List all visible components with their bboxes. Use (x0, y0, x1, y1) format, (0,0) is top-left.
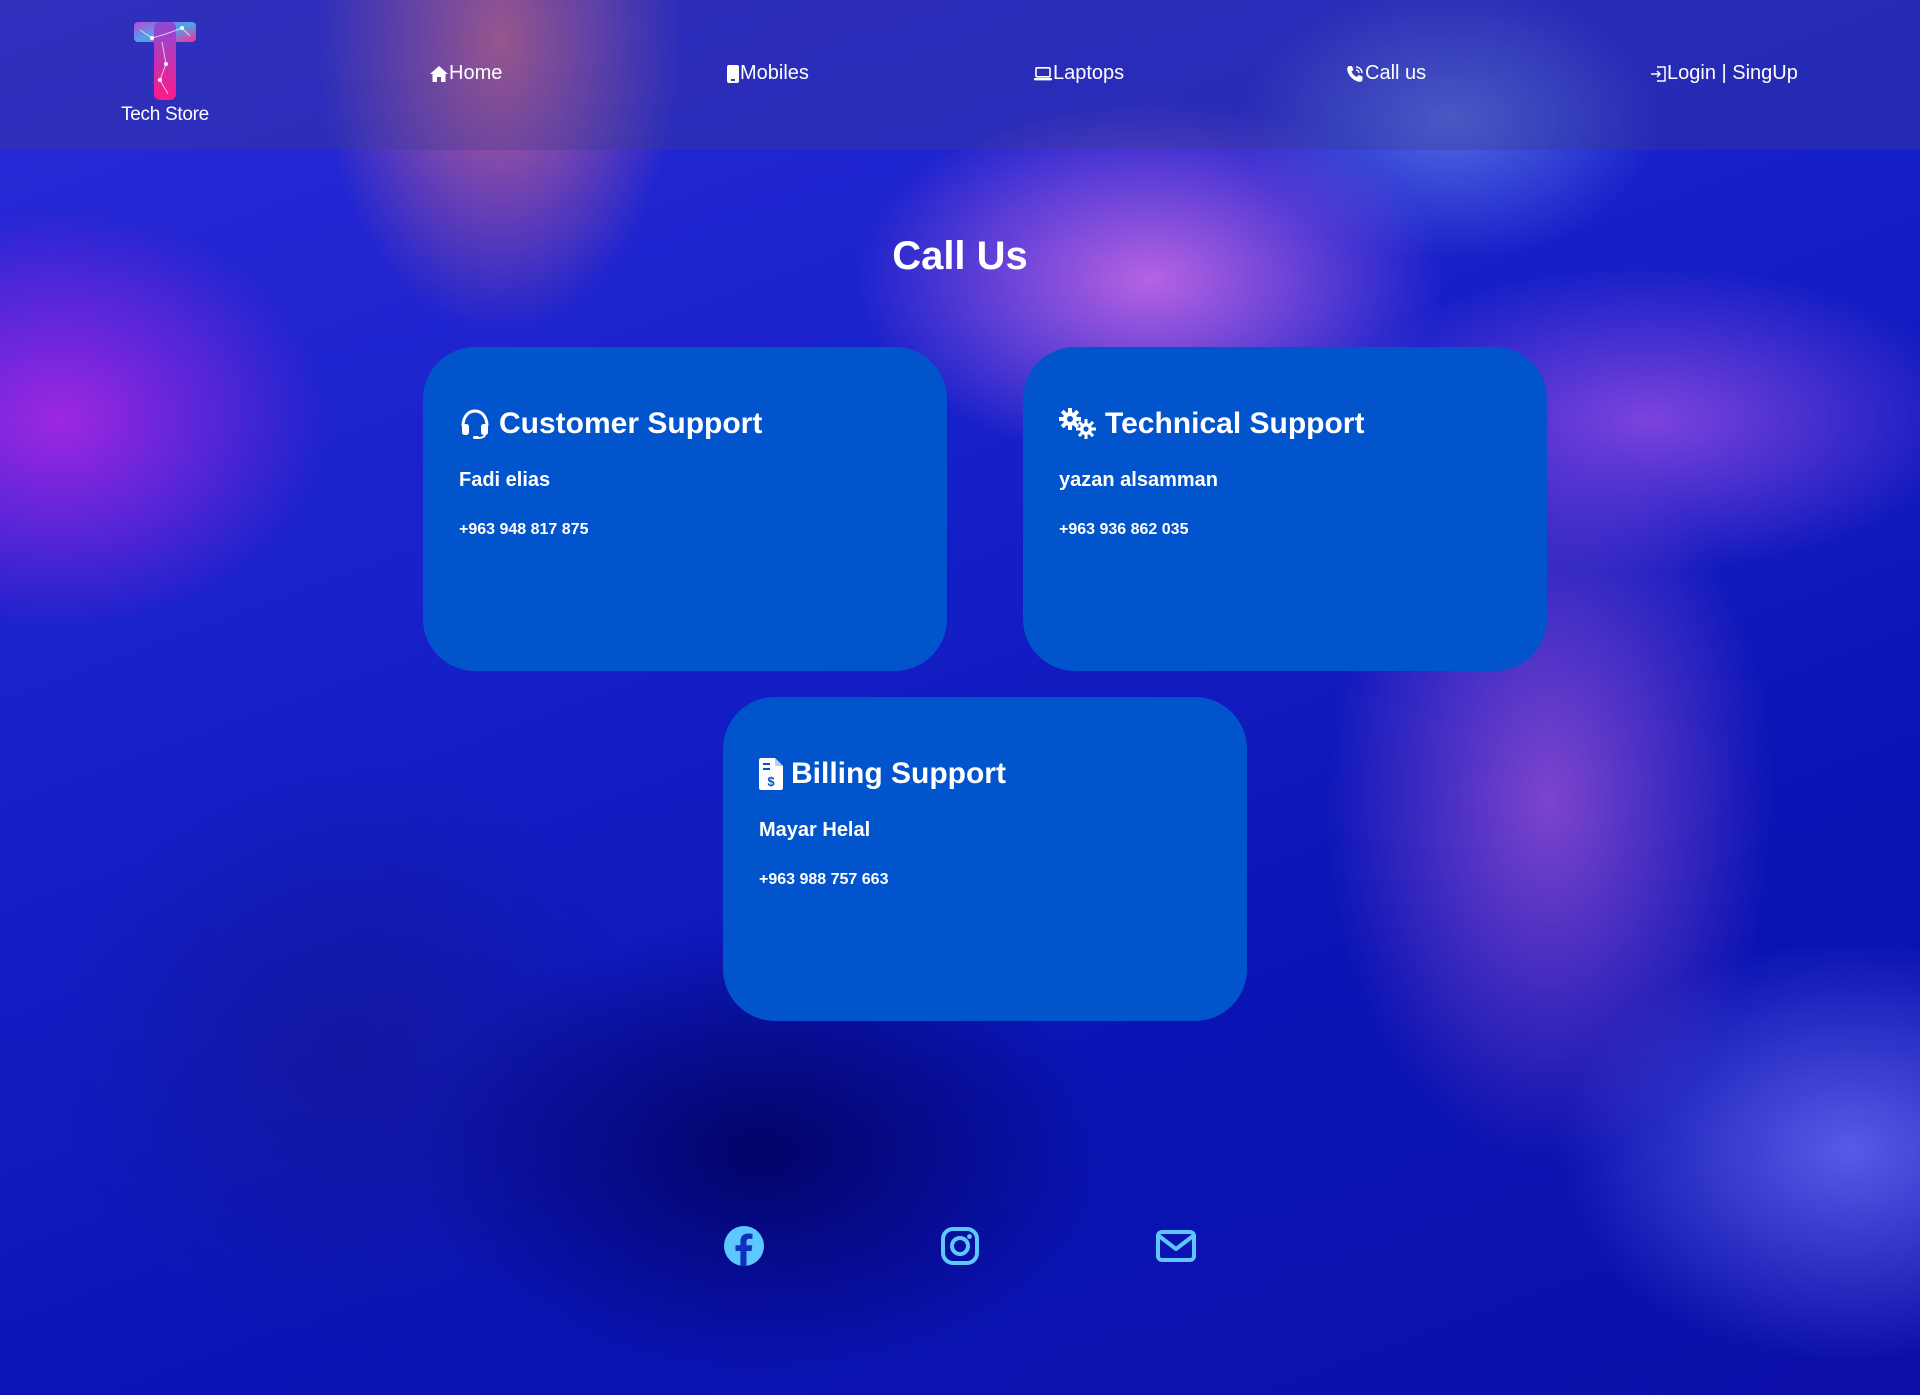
envelope-icon (1156, 1230, 1196, 1262)
nav-login-signup[interactable]: Login | SingUp (1650, 62, 1798, 85)
card-title: Customer Support (499, 407, 763, 440)
laptop-icon (1034, 66, 1052, 80)
nav-mobiles[interactable]: Mobiles (727, 62, 809, 85)
contact-name: yazan alsamman (1059, 469, 1218, 491)
card-heading: Customer Support (459, 407, 762, 441)
brand-logo[interactable]: Tech Store (120, 18, 210, 130)
contact-name: Fadi elias (459, 469, 551, 491)
home-icon (430, 65, 448, 82)
login-icon (1651, 65, 1666, 82)
nav-laptops[interactable]: Laptops (1034, 62, 1124, 85)
email-link[interactable] (1155, 1225, 1197, 1267)
nav-login-label: Login | SingUp (1667, 62, 1798, 84)
headset-icon (461, 409, 489, 439)
invoice-icon: $ (759, 758, 783, 790)
facebook-link[interactable] (723, 1225, 765, 1267)
contact-phone[interactable]: +963 988 757 663 (759, 871, 888, 889)
card-heading: Technical Support (1059, 407, 1364, 441)
card-title: Billing Support (791, 757, 1006, 790)
nav-call-us[interactable]: Call us (1346, 62, 1426, 85)
top-navbar: Tech Store Home Mobiles Laptops Call us (0, 0, 1920, 150)
mobile-icon (727, 64, 739, 83)
card-heading: $ Billing Support (759, 757, 1006, 791)
contact-phone[interactable]: +963 948 817 875 (459, 521, 588, 539)
facebook-icon (724, 1226, 764, 1266)
technical-support-card: Technical Support yazan alsamman +963 93… (1023, 347, 1547, 671)
contact-phone[interactable]: +963 936 862 035 (1059, 521, 1188, 539)
svg-text:$: $ (767, 774, 775, 789)
gears-icon (1059, 408, 1096, 439)
logo-t-icon (134, 22, 196, 100)
phone-icon (1347, 65, 1363, 82)
billing-support-card: $ Billing Support Mayar Helal +963 988 7… (723, 697, 1247, 1021)
nav-home[interactable]: Home (430, 62, 502, 85)
brand-name: Tech Store (121, 104, 209, 125)
nav-call-us-label: Call us (1365, 62, 1427, 84)
nav-laptops-label: Laptops (1053, 62, 1125, 84)
instagram-icon (941, 1227, 979, 1265)
card-title: Technical Support (1105, 407, 1365, 440)
instagram-link[interactable] (939, 1225, 981, 1267)
customer-support-card: Customer Support Fadi elias +963 948 817… (423, 347, 947, 671)
page-title: Call Us (892, 234, 1028, 278)
nav-home-label: Home (449, 62, 503, 84)
contact-name: Mayar Helal (759, 819, 871, 841)
nav-mobiles-label: Mobiles (740, 62, 809, 84)
